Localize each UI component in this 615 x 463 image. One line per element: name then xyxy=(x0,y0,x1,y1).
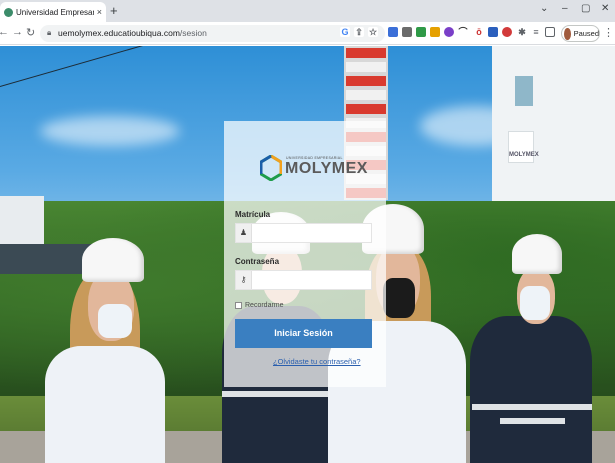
building xyxy=(492,46,615,206)
browser-toolbar: ← → ↻ 🔒︎ uemolymex.educatioubiqua.com/se… xyxy=(0,22,615,45)
bookmark-star-icon[interactable]: ☆ xyxy=(368,27,378,37)
password-field[interactable]: ⚷ xyxy=(235,270,372,290)
username-field[interactable]: ♟ xyxy=(235,223,372,243)
avatar xyxy=(564,27,571,40)
user-icon: ♟ xyxy=(236,224,252,242)
building-window xyxy=(515,76,533,106)
logo-wordmark: MOLYMEX xyxy=(285,160,368,177)
reload-icon[interactable]: ↻ xyxy=(26,26,35,39)
browser-menu-icon[interactable]: ⋮ xyxy=(603,26,614,39)
restore-window-button[interactable]: ▢ xyxy=(581,3,590,14)
url-text[interactable]: uemolymex.educatioubiqua.com/sesion xyxy=(58,28,207,38)
google-icon[interactable]: G xyxy=(340,27,350,37)
molymex-logo: UNIVERSIDAD EMPRESARIAL MOLYMEX xyxy=(260,155,370,185)
username-input[interactable] xyxy=(252,224,371,242)
address-bar[interactable]: 🔒︎ uemolymex.educatioubiqua.com/sesion xyxy=(40,25,385,42)
extension-icon[interactable]: ō xyxy=(474,27,484,37)
reading-list-icon[interactable]: ≡ xyxy=(531,27,541,37)
tab-title: Universidad Empresarial Molymex xyxy=(16,7,94,17)
password-input[interactable] xyxy=(252,271,371,289)
password-label: Contraseña xyxy=(235,257,280,266)
share-icon[interactable]: ⇪ xyxy=(354,27,364,37)
browser-tab-bar: Universidad Empresarial Molymex × + ⌄ – … xyxy=(0,0,615,22)
extensions-puzzle-icon[interactable]: ✱ xyxy=(517,27,527,37)
power-line xyxy=(0,46,347,88)
profile-status: Paused xyxy=(573,29,599,38)
tab-close-icon[interactable]: × xyxy=(97,7,102,17)
close-window-button[interactable]: ✕ xyxy=(601,3,609,14)
extension-icon[interactable] xyxy=(416,27,426,37)
back-arrow-icon[interactable]: ← xyxy=(0,26,9,38)
hexagon-logo-icon xyxy=(260,155,282,181)
extension-icon[interactable] xyxy=(488,27,498,37)
building-sign: MOLYMEX xyxy=(508,131,539,163)
side-panel-icon[interactable] xyxy=(545,27,555,37)
extension-icon[interactable] xyxy=(502,27,512,37)
extension-icon[interactable] xyxy=(430,27,440,37)
browser-tab[interactable]: Universidad Empresarial Molymex × xyxy=(0,2,106,22)
remember-checkbox[interactable] xyxy=(235,302,242,309)
remember-label: Recordarme xyxy=(245,302,284,309)
minimize-window-button[interactable]: – xyxy=(562,3,568,14)
extension-icon[interactable] xyxy=(388,27,398,37)
new-tab-button[interactable]: + xyxy=(110,3,118,18)
extension-icon[interactable] xyxy=(444,27,454,37)
forgot-password-link[interactable]: ¿Olvidaste tu contraseña? xyxy=(273,357,361,366)
cloud xyxy=(40,116,180,146)
key-icon: ⚷ xyxy=(236,271,252,289)
extension-icon[interactable] xyxy=(402,27,412,37)
site-favicon-icon xyxy=(4,7,13,17)
lock-icon[interactable]: 🔒︎ xyxy=(47,28,51,38)
building xyxy=(0,244,95,274)
login-button[interactable]: Iniciar Sesión xyxy=(235,319,372,348)
profile-button[interactable]: Paused xyxy=(561,25,600,42)
tab-search-icon[interactable]: ⌄ xyxy=(540,3,548,14)
forward-arrow-icon[interactable]: → xyxy=(12,26,23,38)
remember-me[interactable]: Recordarme xyxy=(235,302,284,309)
username-label: Matrícula xyxy=(235,210,271,219)
extension-icon[interactable]: ⌒ xyxy=(458,27,468,37)
